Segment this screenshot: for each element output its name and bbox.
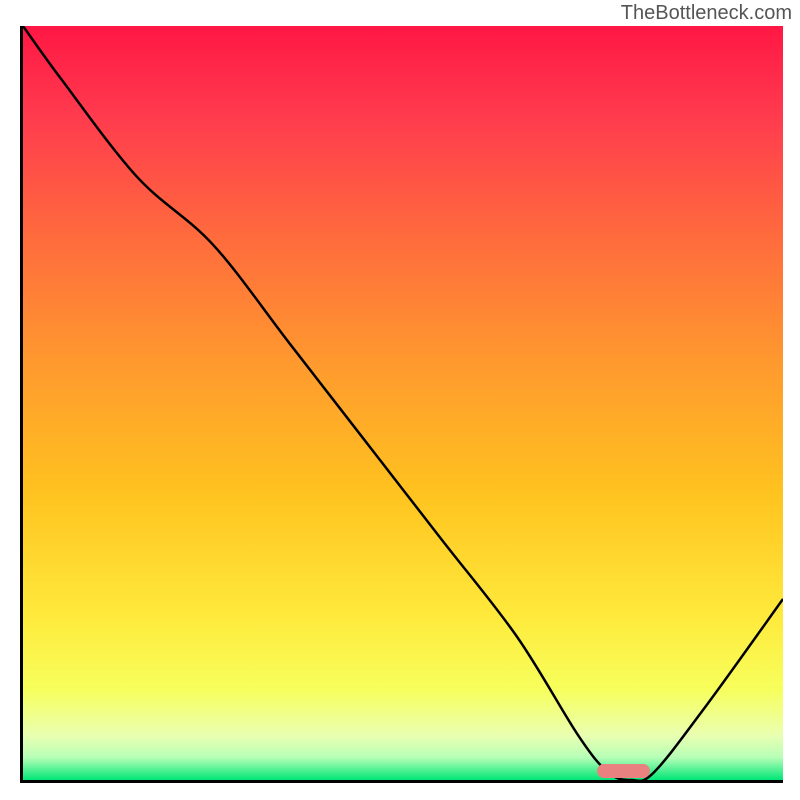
optimal-marker bbox=[597, 764, 650, 778]
plot-area bbox=[20, 26, 783, 783]
watermark-text: TheBottleneck.com bbox=[621, 2, 792, 25]
chart-container: TheBottleneck.com bbox=[0, 0, 800, 800]
curve-layer bbox=[23, 26, 783, 780]
bottleneck-curve-path bbox=[23, 26, 783, 780]
